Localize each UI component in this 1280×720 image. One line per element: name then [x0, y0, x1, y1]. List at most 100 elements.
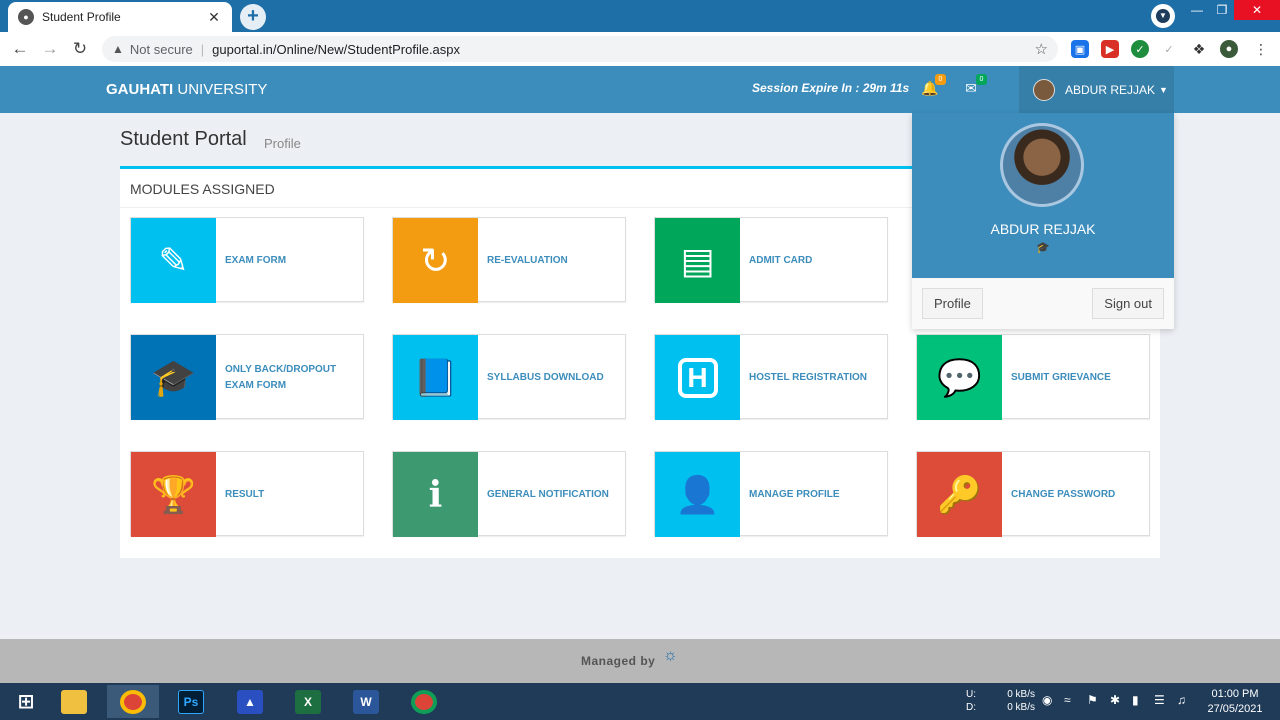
extension-check-icon[interactable]: ✓: [1160, 40, 1178, 58]
modules-box-title: MODULES ASSIGNED: [130, 181, 275, 197]
module-label: HOSTEL REGISTRATION: [749, 371, 867, 383]
tray-bluetooth-icon[interactable]: ✱: [1110, 694, 1120, 707]
new-tab-button[interactable]: +: [240, 4, 266, 30]
brand-rest: UNIVERSITY: [173, 81, 268, 98]
chrome-taskbar-icon[interactable]: [107, 685, 159, 718]
session-timer: Session Expire In : 29m 11s: [752, 81, 910, 95]
dropdown-user-name: ABDUR REJJAK: [990, 221, 1096, 237]
chrome-profile-icon[interactable]: ▼: [1151, 4, 1175, 28]
chevron-down-icon: ▼: [1159, 84, 1168, 95]
forward-arrow-icon[interactable]: →: [35, 39, 65, 59]
profile-button[interactable]: Profile: [922, 288, 983, 319]
module-re-evaluation[interactable]: ↻ RE-EVALUATION: [392, 217, 626, 303]
module-syllabus-download[interactable]: 📘 SYLLABUS DOWNLOAD: [392, 334, 626, 420]
user-dropdown-footer: Profile Sign out: [912, 278, 1174, 329]
hospital-h-icon: H: [655, 335, 740, 420]
tab-title: Student Profile: [42, 10, 121, 24]
address-bar[interactable]: ▲ Not secure | guportal.in/Online/New/St…: [102, 36, 1058, 62]
tray-flag-icon[interactable]: ⚑: [1087, 694, 1098, 707]
page-subtitle: Profile: [264, 136, 301, 151]
portal-header: GAUHATI UNIVERSITY Session Expire In : 2…: [0, 66, 1280, 113]
site-favicon-icon: ●: [18, 9, 34, 25]
clock-time: 01:00 PM: [1211, 688, 1259, 700]
graduation-cap-icon: 🎓: [131, 335, 216, 420]
module-change-password[interactable]: 🔑 CHANGE PASSWORD: [916, 451, 1150, 537]
warning-icon: ▲: [112, 42, 124, 56]
id-card-icon: ▤: [655, 218, 740, 303]
notifications-bell-icon[interactable]: 🔔 0: [920, 74, 946, 100]
security-label: Not secure: [129, 41, 193, 57]
module-label: SUBMIT GRIEVANCE: [1011, 371, 1111, 383]
net-up-label: U:: [966, 689, 976, 700]
vendor-logo-icon: ☼: [663, 647, 678, 664]
key-icon: 🔑: [917, 452, 1002, 537]
net-up-value: 0 kB/s: [1007, 689, 1035, 700]
refresh-icon: ↻: [393, 218, 478, 303]
minimize-window-icon[interactable]: —: [1184, 0, 1210, 20]
user-menu-toggle[interactable]: ABDUR REJJAK ▼: [1019, 66, 1174, 113]
notifications-badge: 0: [935, 74, 946, 85]
windows-taskbar: ⊞ Ps ▲ X W U: D: 0 kB/s 0 kB/s ◉ ≈ ⚑ ✱ ▮ ☰…: [0, 683, 1280, 720]
taskbar-clock[interactable]: 01:00 PM 27/05/2021: [1202, 687, 1268, 717]
module-label: CHANGE PASSWORD: [1011, 488, 1116, 500]
user-profile-photo: [1000, 123, 1084, 207]
chrome-menu-icon[interactable]: ⋮: [1252, 40, 1270, 58]
trophy-icon: 🏆: [131, 452, 216, 537]
photoshop-icon[interactable]: Ps: [165, 685, 217, 718]
back-arrow-icon[interactable]: ←: [5, 39, 35, 59]
browser-tab[interactable]: ● Student Profile ✕: [8, 2, 232, 32]
extension-window-icon[interactable]: ▣: [1071, 40, 1089, 58]
messages-badge: 0: [976, 74, 987, 85]
tray-wifi-icon[interactable]: ☰: [1154, 694, 1165, 707]
tray-status-icon[interactable]: ◉: [1042, 694, 1052, 707]
profile-avatar-icon[interactable]: ●: [1220, 40, 1238, 58]
close-window-icon[interactable]: ✕: [1234, 0, 1280, 20]
extensions-puzzle-icon[interactable]: ❖: [1190, 40, 1208, 58]
page-title: Student Portal: [120, 128, 247, 150]
sign-out-button[interactable]: Sign out: [1092, 288, 1164, 319]
extension-shield-icon[interactable]: ✓: [1131, 40, 1149, 58]
excel-icon[interactable]: X: [282, 685, 334, 718]
managed-by-text: Managed by: [581, 654, 656, 668]
windows-start-icon[interactable]: ⊞: [0, 685, 52, 718]
word-icon[interactable]: W: [340, 685, 392, 718]
bookmark-star-icon[interactable]: ☆: [1035, 40, 1048, 58]
module-label: RE-EVALUATION: [487, 254, 568, 266]
file-explorer-icon[interactable]: [48, 685, 100, 718]
module-back-dropout-exam-form[interactable]: 🎓 ONLY BACK/DROPOUT EXAM FORM: [130, 334, 364, 420]
module-submit-grievance[interactable]: 💬 SUBMIT GRIEVANCE: [916, 334, 1150, 420]
messages-envelope-icon[interactable]: ✉ 0: [961, 74, 987, 100]
chrome-profile-taskbar-icon[interactable]: [398, 685, 450, 718]
module-label: MANAGE PROFILE: [749, 488, 840, 500]
module-general-notification[interactable]: i GENERAL NOTIFICATION: [392, 451, 626, 537]
brand-logo[interactable]: GAUHATI UNIVERSITY: [106, 81, 267, 98]
module-result[interactable]: 🏆 RESULT: [130, 451, 364, 537]
extension-video-icon[interactable]: ▶: [1101, 40, 1119, 58]
chat-bubbles-icon: 💬: [917, 335, 1002, 420]
page-footer: Managed by ☼: [0, 639, 1280, 683]
tray-network-icon[interactable]: ≈: [1064, 694, 1071, 707]
restore-window-icon[interactable]: ❐: [1210, 0, 1234, 20]
tray-battery-icon[interactable]: ▮: [1132, 694, 1139, 707]
close-tab-icon[interactable]: ✕: [206, 9, 222, 26]
module-admit-card[interactable]: ▤ ADMIT CARD: [654, 217, 888, 303]
book-icon: 📘: [393, 335, 478, 420]
module-label: SYLLABUS DOWNLOAD: [487, 371, 604, 383]
graduation-cap-small-icon: 🎓: [1036, 242, 1050, 254]
module-exam-form[interactable]: ✎ EXAM FORM: [130, 217, 364, 303]
tray-volume-icon[interactable]: ♫: [1177, 694, 1186, 707]
module-label: EXAM FORM: [225, 254, 287, 266]
user-avatar: [1033, 78, 1055, 101]
url-text[interactable]: guportal.in/Online/New/StudentProfile.as…: [212, 42, 1034, 57]
info-icon: i: [393, 452, 478, 537]
network-speed-labels: U: D:: [966, 688, 976, 714]
module-hostel-registration[interactable]: H HOSTEL REGISTRATION: [654, 334, 888, 420]
user-name: ABDUR REJJAK: [1065, 82, 1156, 97]
reload-icon[interactable]: ↻: [65, 39, 95, 59]
network-speed-values: 0 kB/s 0 kB/s: [1003, 688, 1035, 714]
module-manage-profile[interactable]: 👤 MANAGE PROFILE: [654, 451, 888, 537]
module-label: RESULT: [225, 488, 265, 500]
module-label: ADMIT CARD: [749, 254, 813, 266]
edit-icon: ✎: [131, 218, 216, 303]
scanner-app-icon[interactable]: ▲: [224, 685, 276, 718]
